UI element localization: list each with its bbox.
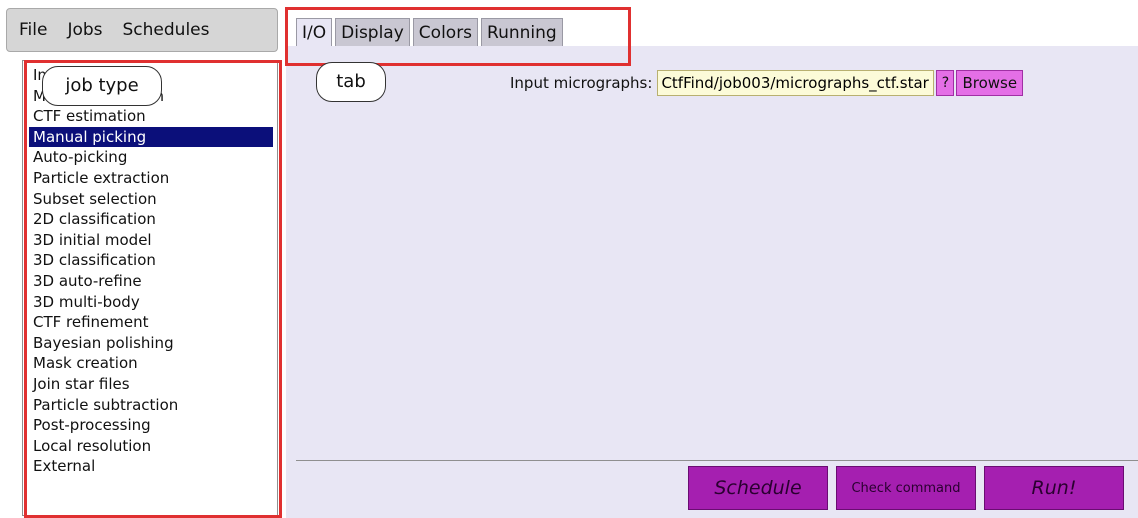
tab-callout: tab: [316, 62, 386, 102]
tab-display[interactable]: Display: [335, 18, 410, 46]
schedule-button[interactable]: Schedule: [688, 466, 828, 510]
input-micrographs-field[interactable]: [657, 70, 935, 96]
job-type-item[interactable]: Mask creation: [29, 353, 273, 374]
action-divider: [296, 460, 1138, 461]
input-micrographs-label: Input micrographs:: [510, 74, 653, 92]
job-type-item[interactable]: External: [29, 456, 273, 477]
browse-button[interactable]: Browse: [956, 70, 1024, 96]
job-type-item[interactable]: Particle extraction: [29, 168, 273, 189]
job-type-item[interactable]: 3D classification: [29, 250, 273, 271]
help-button[interactable]: ?: [936, 70, 955, 96]
job-type-item[interactable]: Auto-picking: [29, 147, 273, 168]
tab-io[interactable]: I/O: [296, 18, 333, 46]
job-type-item[interactable]: Bayesian polishing: [29, 333, 273, 354]
job-type-item[interactable]: Manual picking: [29, 126, 273, 148]
job-type-callout: job type: [42, 66, 162, 106]
job-type-item[interactable]: Post-processing: [29, 415, 273, 436]
job-type-item[interactable]: 3D initial model: [29, 230, 273, 251]
job-type-item[interactable]: Join star files: [29, 374, 273, 395]
input-micrographs-row: Input micrographs: ? Browse: [510, 70, 1024, 96]
tab-colors[interactable]: Colors: [412, 18, 479, 46]
menu-schedules[interactable]: Schedules: [123, 20, 210, 40]
run-button[interactable]: Run!: [984, 466, 1124, 510]
job-type-list: ImportMotion correctionCTF estimationMan…: [29, 65, 273, 477]
job-type-item[interactable]: Local resolution: [29, 436, 273, 457]
menu-jobs[interactable]: Jobs: [67, 20, 102, 40]
job-type-item[interactable]: 3D multi-body: [29, 292, 273, 313]
job-type-item[interactable]: CTF refinement: [29, 312, 273, 333]
menu-bar: File Jobs Schedules: [6, 8, 278, 52]
job-type-item[interactable]: 2D classification: [29, 209, 273, 230]
menu-file[interactable]: File: [19, 20, 47, 40]
job-type-list-panel: ImportMotion correctionCTF estimationMan…: [22, 60, 278, 516]
job-parameters-panel: [286, 46, 1138, 518]
check-command-button[interactable]: Check command: [836, 466, 976, 510]
tab-running[interactable]: Running: [481, 18, 563, 46]
job-type-item[interactable]: 3D auto-refine: [29, 271, 273, 292]
job-type-item[interactable]: CTF estimation: [29, 106, 273, 127]
tab-bar: I/O Display Colors Running: [296, 18, 563, 46]
job-type-item[interactable]: Particle subtraction: [29, 395, 273, 416]
job-type-item[interactable]: Subset selection: [29, 189, 273, 210]
